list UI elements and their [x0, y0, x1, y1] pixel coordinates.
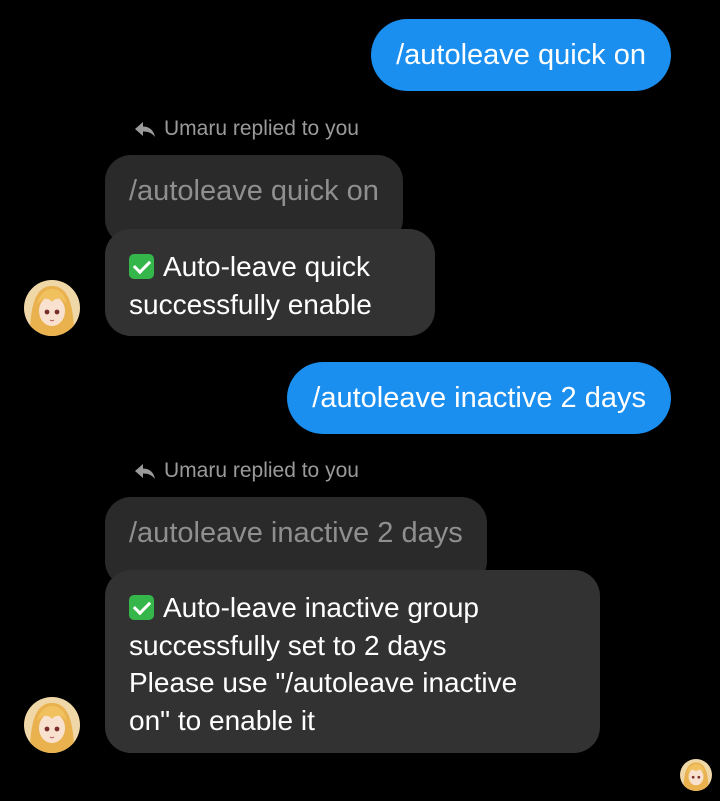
reply-label-text: Umaru replied to you: [164, 117, 359, 140]
reply-indicator: Umaru replied to you: [133, 458, 359, 484]
reply-arrow-icon: [135, 122, 155, 137]
umaru-avatar[interactable]: [24, 280, 80, 336]
umaru-avatar[interactable]: [24, 697, 80, 753]
incoming-message-bubble[interactable]: Auto-leave inactive group successfully s…: [105, 570, 600, 753]
reply-indicator: Umaru replied to you: [133, 116, 359, 142]
avatar-image: [24, 697, 80, 753]
read-receipt-avatar: [680, 759, 712, 791]
reply-arrow-icon: [135, 464, 155, 479]
message-text: /autoleave inactive 2 days: [312, 382, 646, 414]
message-text: /autoleave quick on: [396, 39, 646, 71]
message-line: on" to enable it: [129, 704, 315, 736]
message-line: successfully set to 2 days: [129, 629, 447, 661]
message-line: Auto-leave quick: [129, 248, 411, 286]
reply-label-text: Umaru replied to you: [164, 459, 359, 482]
chat-thread: /autoleave quick on Umaru replied to you…: [0, 0, 720, 801]
green-checkmark-icon: [129, 254, 154, 279]
green-checkmark-icon: [129, 595, 154, 620]
message-line: successfully enable: [129, 288, 372, 320]
avatar-image: [24, 280, 80, 336]
avatar-image: [680, 759, 712, 791]
incoming-message-bubble[interactable]: Auto-leave quick successfully enable: [105, 229, 435, 336]
outgoing-message-bubble[interactable]: /autoleave inactive 2 days: [287, 362, 671, 434]
message-line: Please use "/autoleave inactive: [129, 667, 518, 698]
message-line: Auto-leave inactive group: [129, 589, 576, 627]
quoted-text: /autoleave inactive 2 days: [129, 517, 463, 549]
outgoing-message-bubble[interactable]: /autoleave quick on: [371, 19, 671, 91]
quoted-text: /autoleave quick on: [129, 175, 379, 207]
